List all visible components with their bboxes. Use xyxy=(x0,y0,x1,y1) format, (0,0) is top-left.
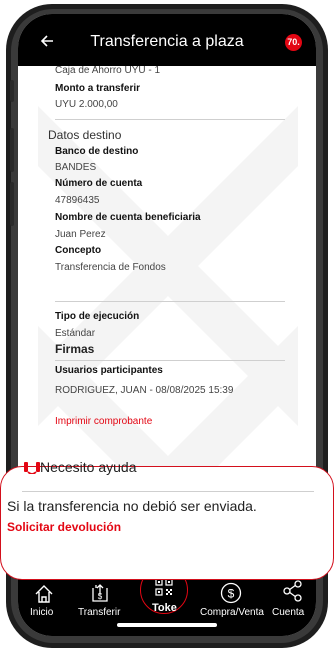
account-number-value: 47896435 xyxy=(55,195,100,206)
phone-volume-up-button xyxy=(10,128,14,172)
home-icon xyxy=(35,585,53,603)
tab-label: Toke xyxy=(152,602,177,614)
help-chat-icon xyxy=(24,462,40,474)
beneficiary-name-value: Juan Perez xyxy=(55,229,106,240)
tab-cuenta[interactable]: Cuenta xyxy=(268,572,316,628)
tab-label: Cuenta xyxy=(272,607,305,618)
dollar-icon: $ xyxy=(220,582,242,604)
tab-transferir[interactable]: $ Transferir xyxy=(70,572,130,628)
help-divider xyxy=(22,491,314,492)
request-refund-link[interactable]: Solicitar devolución xyxy=(7,520,121,534)
divider xyxy=(55,301,285,302)
help-title: Necesito ayuda xyxy=(40,459,137,475)
app-header: Transferencia a plaza 70. xyxy=(18,14,316,66)
beneficiary-name-label: Nombre de cuenta beneficiaria xyxy=(55,212,201,223)
tab-label: Compra/Venta xyxy=(200,607,264,618)
amount-label: Monto a transferir xyxy=(55,83,141,94)
svg-text:$: $ xyxy=(228,587,235,601)
participants-value: RODRIGUEZ, JUAN - 08/08/2025 15:39 xyxy=(55,385,234,396)
tab-inicio[interactable]: Inicio xyxy=(22,572,66,628)
account-number-label: Número de cuenta xyxy=(55,178,143,189)
bank-value: BANDES xyxy=(55,162,97,173)
page-title: Transferencia a plaza xyxy=(90,33,244,50)
tab-compra-venta[interactable]: $ Compra/Venta xyxy=(198,572,264,628)
tab-label: Inicio xyxy=(30,607,54,618)
divider xyxy=(55,360,285,361)
signatures-label: Firmas xyxy=(55,342,95,356)
concept-label: Concepto xyxy=(55,245,102,256)
phone-volume-down-button xyxy=(10,182,14,226)
divider xyxy=(55,119,285,120)
share-icon xyxy=(283,580,302,602)
svg-text:$: $ xyxy=(98,592,103,601)
transfer-icon: $ xyxy=(92,584,108,602)
execution-type-label: Tipo de ejecución xyxy=(55,311,140,322)
origin-account-text: Caja de Ahorro UYU - 1 xyxy=(55,66,161,76)
concept-value: Transferencia de Fondos xyxy=(55,262,166,273)
notification-badge[interactable]: 70. xyxy=(285,34,302,51)
phone-side-button xyxy=(10,80,14,102)
home-indicator xyxy=(117,623,217,627)
amount-value: UYU 2.000,00 xyxy=(55,99,118,110)
destination-section-title: Datos destino xyxy=(48,128,122,142)
bank-label: Banco de destino xyxy=(55,146,139,157)
qr-code-icon xyxy=(155,578,173,596)
print-receipt-link[interactable]: Imprimir comprobante xyxy=(55,416,152,427)
execution-type-value: Estándar xyxy=(55,328,96,339)
participants-label: Usuarios participantes xyxy=(55,365,163,376)
help-description: Si la transferencia no debió ser enviada… xyxy=(7,498,257,514)
tab-label: Transferir xyxy=(78,607,121,618)
